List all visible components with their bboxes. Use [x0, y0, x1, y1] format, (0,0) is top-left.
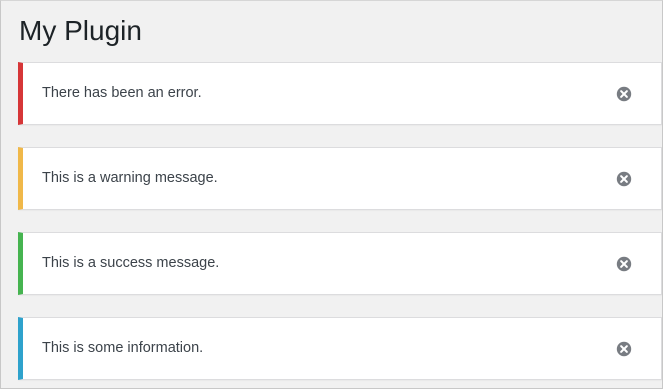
dismiss-icon: [616, 256, 632, 272]
notice-message: There has been an error.: [42, 85, 202, 101]
notice-success: This is a success message.: [18, 232, 662, 295]
notice-info: This is some information.: [18, 317, 662, 380]
dismiss-icon: [616, 171, 632, 187]
dismiss-icon: [616, 341, 632, 357]
admin-page: My Plugin There has been an error. This …: [0, 0, 663, 389]
dismiss-button[interactable]: [615, 340, 633, 358]
dismiss-button[interactable]: [615, 255, 633, 273]
page-title: My Plugin: [19, 15, 142, 46]
dismiss-button[interactable]: [615, 85, 633, 103]
notice-message: This is a success message.: [42, 255, 220, 271]
notice-warning: This is a warning message.: [18, 147, 662, 210]
dismiss-icon: [616, 86, 632, 102]
notice-message: This is a warning message.: [42, 170, 218, 186]
notice-message: This is some information.: [42, 340, 204, 356]
dismiss-button[interactable]: [615, 170, 633, 188]
notice-error: There has been an error.: [18, 62, 662, 125]
